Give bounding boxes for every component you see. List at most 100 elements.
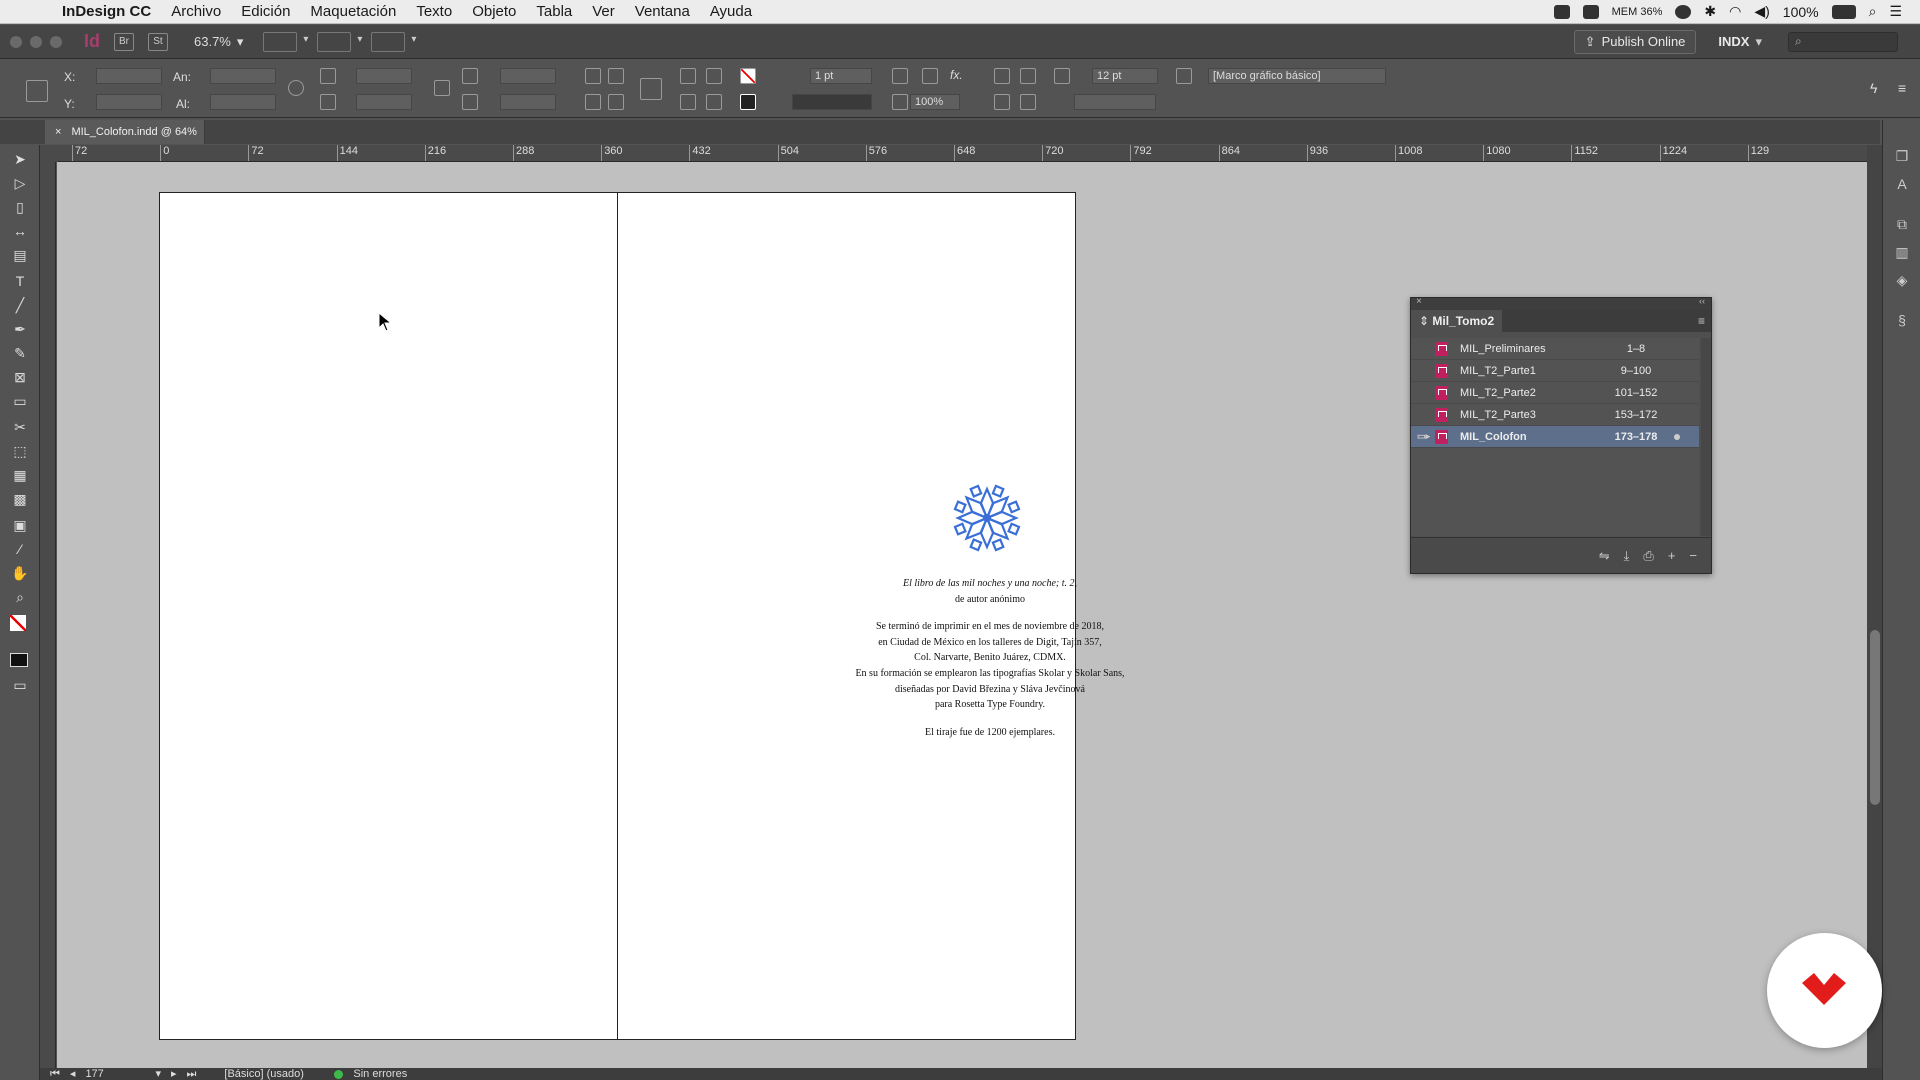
style-source-icon[interactable]: ▭▸	[1417, 431, 1430, 442]
rotate-ccw-icon[interactable]	[608, 68, 624, 84]
synchronize-icon[interactable]: ⇋	[1599, 548, 1610, 564]
rotate-cw-icon[interactable]	[585, 68, 601, 84]
rectangle-tool-icon[interactable]: ▭	[10, 391, 30, 411]
fill-swatch-icon[interactable]	[740, 68, 756, 84]
page-tool-icon[interactable]: ▯	[10, 197, 30, 217]
screen-mode-button[interactable]	[317, 31, 362, 52]
constrain-proportions-icon[interactable]	[288, 80, 304, 96]
pencil-tool-icon[interactable]: ✎	[10, 343, 30, 363]
normal-view-icon[interactable]	[10, 653, 28, 667]
panel-menu-icon[interactable]: ≡	[1698, 314, 1705, 328]
stroke-weight-field[interactable]: 1 pt	[810, 68, 872, 84]
menu-edicion[interactable]: Edición	[231, 0, 300, 24]
collapse-panel-icon[interactable]: ‹‹	[1699, 296, 1705, 306]
stroke-style-dropdown[interactable]	[1074, 94, 1156, 110]
workspace-switcher[interactable]: INDX	[1718, 34, 1749, 49]
book-row[interactable]: MIL_T2_Parte2 101–152	[1411, 382, 1699, 404]
book-row[interactable]: MIL_T2_Parte3 153–172	[1411, 404, 1699, 426]
line-tool-icon[interactable]: ╱	[10, 295, 30, 315]
remove-document-icon[interactable]: −	[1689, 548, 1697, 563]
panel-scrollbar[interactable]	[1701, 338, 1711, 536]
menu-maquetacion[interactable]: Maquetación	[300, 0, 406, 24]
colophon-text-frame[interactable]: El libro de las mil noches y una noche; …	[790, 576, 1190, 740]
document-tab[interactable]: × MIL_Colofon.indd @ 64%	[45, 120, 205, 144]
wifi-icon[interactable]: ◠	[1729, 3, 1741, 20]
paragraph-p-icon[interactable]	[640, 78, 662, 100]
horizontal-ruler[interactable]: 72 0 72 144 216 288 360 432 504 576 648 720 792 864 93…	[58, 145, 1868, 162]
effects-icon[interactable]	[922, 68, 938, 84]
book-row-selected[interactable]: ▭▸ MIL_Colofon 173–178	[1411, 426, 1699, 448]
dropbox-icon[interactable]	[1553, 4, 1570, 19]
book-panel[interactable]: × ‹‹ ⇕ Mil_Tomo2 ≡ MIL_Preliminares 1–8 …	[1410, 296, 1712, 574]
menu-archivo[interactable]: Archivo	[161, 0, 231, 24]
spotlight-icon[interactable]: ⌕	[1869, 3, 1877, 20]
rectangle-frame-tool-icon[interactable]: ⊠	[10, 367, 30, 387]
height-field[interactable]	[210, 94, 276, 110]
volume-icon[interactable]: ◀)	[1754, 3, 1769, 20]
menu-ayuda[interactable]: Ayuda	[700, 0, 762, 24]
scrollbar-thumb[interactable]	[1870, 630, 1880, 805]
fill-stroke-swatch-icon[interactable]	[10, 615, 26, 631]
scale-x-icon[interactable]	[320, 68, 336, 84]
ornament-emblem-icon[interactable]	[952, 483, 1022, 553]
eyedropper-tool-icon[interactable]: ⁄	[10, 539, 30, 559]
layers-panel-icon[interactable]: ◈	[1893, 272, 1911, 290]
content-collector-icon[interactable]: ▤	[10, 245, 30, 265]
view-options-button[interactable]	[263, 31, 308, 52]
panel-titlebar[interactable]: × ‹‹	[1411, 296, 1711, 310]
hand-tool-icon[interactable]: ✋	[10, 563, 30, 583]
links-panel-icon[interactable]: ⧉	[1893, 216, 1911, 234]
selection-tool-icon[interactable]: ➤	[10, 149, 30, 169]
pen-tool-icon[interactable]: ✒	[10, 319, 30, 339]
shear-field[interactable]	[500, 94, 556, 110]
ruler-origin[interactable]	[40, 145, 58, 162]
corner-shape-icon[interactable]	[1054, 68, 1070, 84]
record-icon[interactable]	[1675, 4, 1692, 19]
opacity-icon[interactable]	[892, 94, 908, 110]
next-page-icon[interactable]: ▸	[171, 1068, 177, 1080]
y-field[interactable]	[96, 94, 162, 110]
close-tab-icon[interactable]: ×	[55, 126, 61, 138]
bridge-button[interactable]: Br	[114, 32, 134, 51]
select-container-icon[interactable]	[680, 68, 696, 84]
menu-tabla[interactable]: Tabla	[526, 0, 582, 24]
close-panel-icon[interactable]: ×	[1416, 296, 1422, 307]
scissors-tool-icon[interactable]: ✂	[10, 417, 30, 437]
select-content-icon[interactable]	[680, 94, 696, 110]
preflight-status[interactable]: Sin errores	[353, 1068, 407, 1080]
fx-icon[interactable]: fx.	[950, 68, 963, 82]
zoom-window-button[interactable]	[50, 35, 62, 48]
bluetooth-icon[interactable]: ✱	[1704, 3, 1716, 20]
stroke-type-dropdown[interactable]	[792, 94, 872, 110]
menu-ver[interactable]: Ver	[582, 0, 625, 24]
menu-texto[interactable]: Texto	[406, 0, 462, 24]
menu-app[interactable]: InDesign CC	[52, 0, 161, 24]
book-tab[interactable]: ⇕ Mil_Tomo2	[1411, 310, 1503, 332]
gap-tool-icon[interactable]: ↔	[10, 221, 30, 241]
width-field[interactable]	[210, 68, 276, 84]
save-book-icon[interactable]: ⤓	[1624, 548, 1630, 564]
rotation-field[interactable]	[500, 68, 556, 84]
flip-h-icon[interactable]	[585, 94, 601, 110]
menu-ventana[interactable]: Ventana	[625, 0, 700, 24]
rotate-angle-icon[interactable]	[462, 68, 478, 84]
scale-y-field[interactable]	[356, 94, 412, 110]
object-style-dropdown[interactable]: [Marco gráfico básico]	[1208, 68, 1386, 84]
frame-fitting-icon[interactable]	[892, 68, 908, 84]
scale-y-icon[interactable]	[320, 94, 336, 110]
distribute-icon[interactable]	[1020, 94, 1036, 110]
select-next-icon[interactable]	[706, 94, 722, 110]
select-previous-icon[interactable]	[706, 68, 722, 84]
x-field[interactable]	[96, 68, 162, 84]
arrange-documents-button[interactable]	[371, 31, 416, 52]
vertical-scrollbar[interactable]	[1867, 145, 1882, 1068]
quick-apply-icon[interactable]: ϟ	[1870, 80, 1877, 96]
shear-angle-icon[interactable]	[462, 94, 478, 110]
note-tool-icon[interactable]: ▣	[10, 515, 30, 535]
minimize-window-button[interactable]	[30, 35, 42, 48]
notifications-icon[interactable]: ☰	[1889, 3, 1902, 20]
page-number-field[interactable]: 177	[85, 1068, 145, 1080]
last-page-icon[interactable]: ⏭	[187, 1068, 197, 1080]
pages-panel-icon[interactable]: ❐	[1893, 148, 1911, 166]
corner-options-icon[interactable]	[1020, 68, 1036, 84]
